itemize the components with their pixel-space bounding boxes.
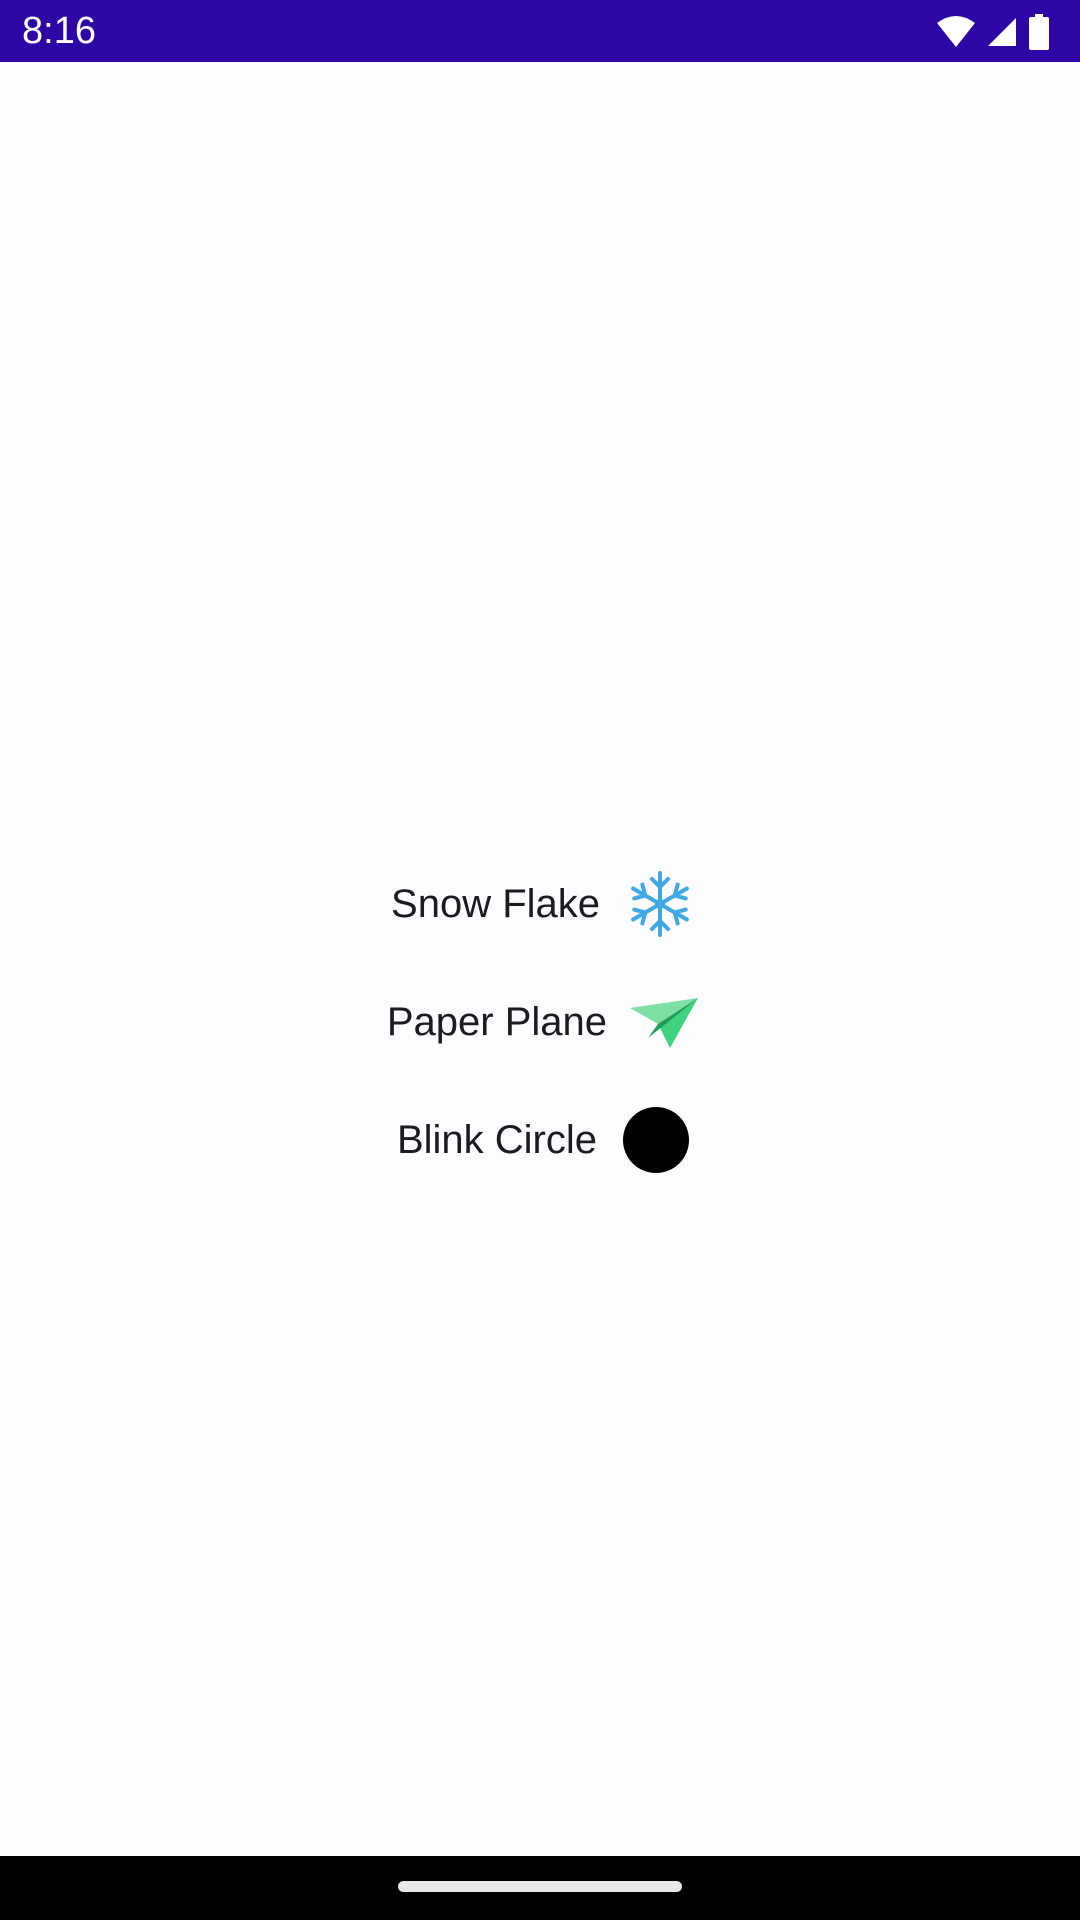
circle-icon [622, 1106, 690, 1179]
wifi-icon [936, 15, 976, 49]
cellular-signal-icon [986, 16, 1018, 48]
list-item-snow-flake: Snow Flake [0, 864, 1080, 944]
item-label: Snow Flake [391, 882, 600, 926]
battery-icon [1028, 14, 1050, 50]
paper-plane-icon [628, 994, 700, 1055]
main-content: Snow Flake Paper Plane Blink Circle [0, 62, 1080, 1856]
snowflake-icon [626, 870, 694, 943]
status-bar: 8:16 [0, 0, 1080, 62]
navigation-bar [0, 1856, 1080, 1920]
status-time: 8:16 [22, 10, 96, 52]
home-gesture-handle[interactable] [398, 1881, 682, 1892]
status-icons [936, 12, 1050, 52]
list-item-blink-circle: Blink Circle [0, 1100, 1080, 1180]
item-label: Paper Plane [386, 1000, 607, 1044]
list-item-paper-plane: Paper Plane [0, 982, 1080, 1062]
item-label: Blink Circle [396, 1118, 597, 1162]
